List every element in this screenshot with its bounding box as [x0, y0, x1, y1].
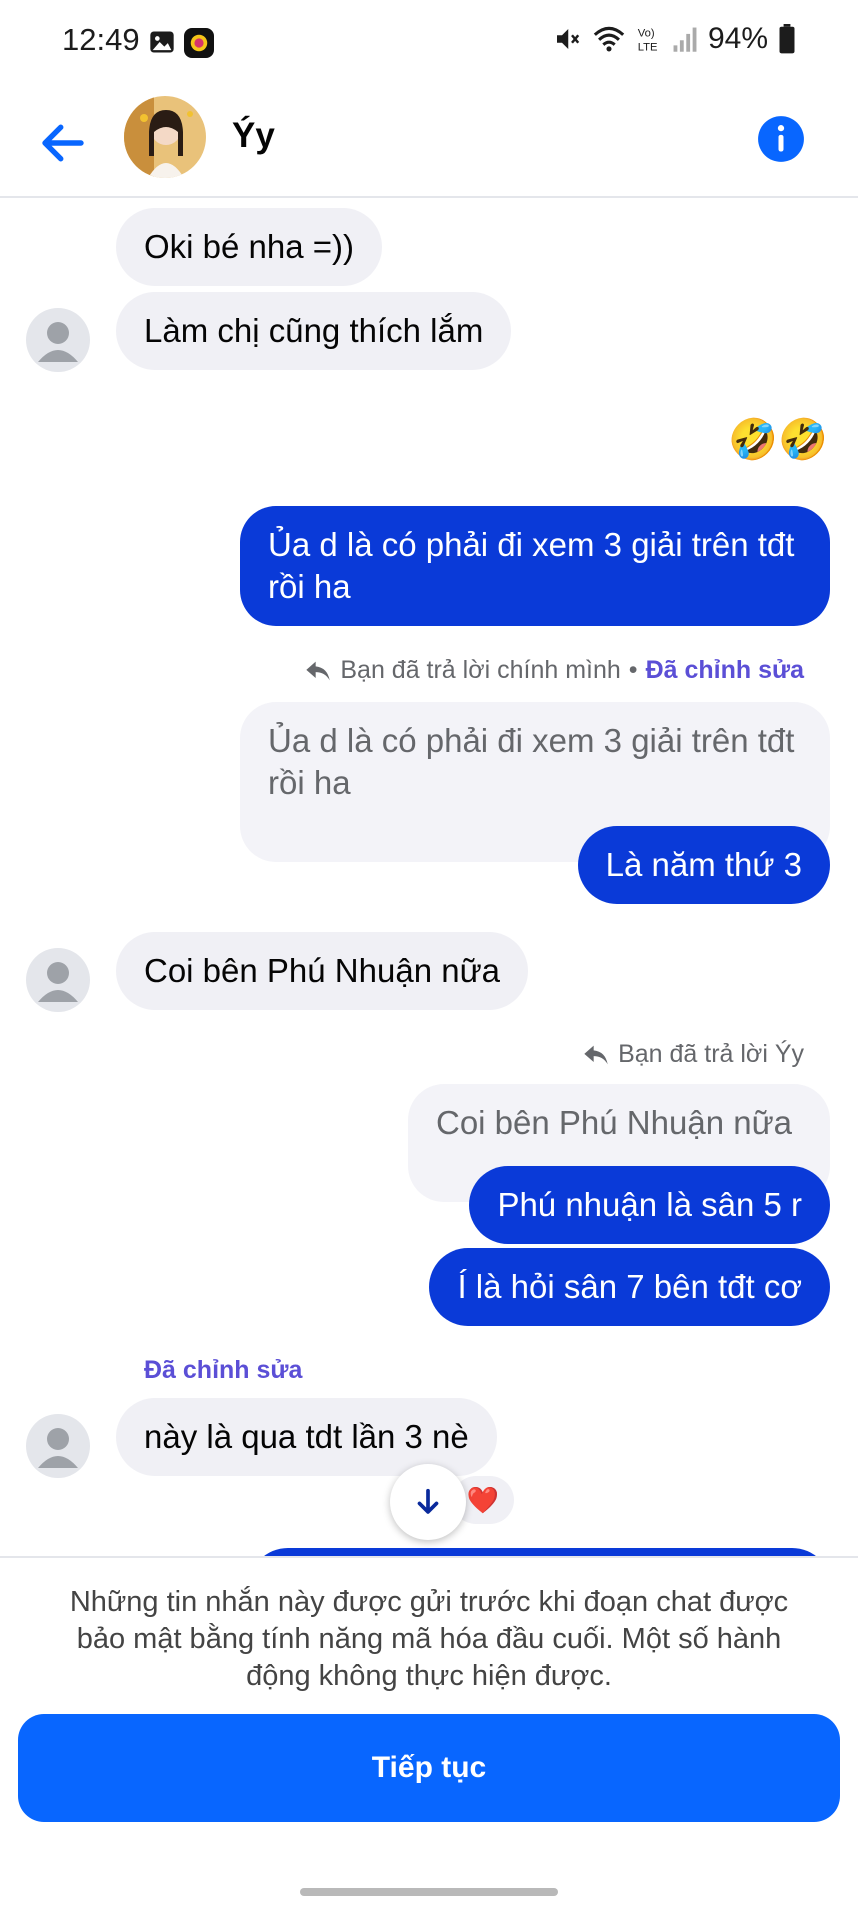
message-incoming[interactable]: này là qua tdt lần 3 nè	[116, 1398, 497, 1476]
info-icon[interactable]	[756, 114, 806, 164]
message-outgoing[interactable]: Í là hỏi sân 7 bên tđt cơ	[429, 1248, 830, 1326]
continue-button[interactable]: Tiếp tục	[18, 1714, 840, 1822]
battery-icon	[779, 24, 795, 54]
edited-label: Đã chỉnh sửa	[645, 656, 804, 684]
battery-percentage: 94%	[707, 22, 768, 55]
messenger-chat-screen: 12:49 Vo) LTE 94% Ýy Oki bé nha =)) Làm …	[0, 0, 858, 1908]
notification-icons	[148, 28, 214, 58]
reply-label: Bạn đã trả lời Ýy	[618, 1040, 804, 1068]
wifi-icon	[593, 26, 625, 52]
reply-icon	[306, 661, 331, 680]
volte-icon: Vo) LTE	[638, 28, 658, 54]
scroll-to-bottom-button[interactable]	[390, 1464, 466, 1540]
status-time: 12:49	[62, 22, 140, 57]
edited-label: Đã chỉnh sửa	[144, 1356, 303, 1384]
message-outgoing[interactable]: Phú nhuận là sân 5 r	[469, 1166, 830, 1244]
contact-avatar[interactable]	[124, 96, 206, 178]
meta-separator: •	[628, 656, 638, 684]
message-outgoing[interactable]: Là năm thứ 3	[577, 826, 830, 904]
system-status-icons: Vo) LTE 94%	[552, 22, 796, 56]
signal-icon	[673, 27, 697, 52]
reply-icon	[584, 1045, 608, 1064]
sender-avatar[interactable]	[26, 948, 90, 1012]
chat-header: Ýy	[0, 90, 858, 198]
reply-meta: Bạn đã trả lời Ýy	[582, 1040, 804, 1069]
message-incoming[interactable]: Làm chị cũng thích lắm	[116, 292, 512, 370]
message-incoming[interactable]: Coi bên Phú Nhuận nữa	[116, 932, 529, 1010]
reply-meta: Bạn đã trả lời chính mình • Đã chỉnh sửa	[304, 656, 804, 685]
message-outgoing[interactable]: Ủa d là có phải đi xem 3 giải trên tđt r…	[240, 506, 830, 626]
arrow-down-icon	[417, 1488, 439, 1514]
mute-icon	[556, 29, 580, 49]
sender-avatar[interactable]	[26, 1414, 90, 1478]
svg-text:Vo): Vo)	[638, 28, 655, 40]
back-arrow-icon[interactable]	[36, 116, 90, 170]
home-indicator[interactable]	[300, 1888, 558, 1896]
reaction-emoji: ❤️	[466, 1484, 500, 1515]
emoji-message[interactable]: 🤣🤣	[728, 416, 828, 463]
emoji-text: 🤣🤣	[728, 418, 828, 462]
svg-text:LTE: LTE	[638, 41, 658, 53]
encryption-notice-text: Những tin nhắn này được gửi trước khi đo…	[69, 1586, 789, 1692]
message-incoming[interactable]: Oki bé nha =))	[116, 208, 383, 286]
reply-label: Bạn đã trả lời chính mình	[340, 656, 621, 684]
status-bar: 12:49 Vo) LTE 94%	[0, 0, 858, 90]
gallery-icon	[150, 31, 174, 53]
sender-avatar[interactable]	[26, 308, 90, 372]
contact-name[interactable]: Ýy	[232, 116, 275, 156]
app-notification-icon	[184, 28, 214, 58]
encryption-notice-panel: Những tin nhắn này được gửi trước khi đo…	[0, 1556, 858, 1908]
